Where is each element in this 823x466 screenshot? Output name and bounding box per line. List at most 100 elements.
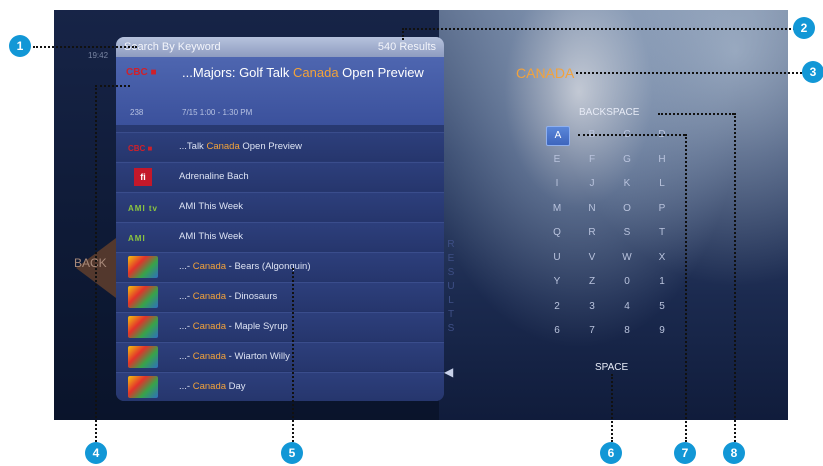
- result-title: ...- Canada - Bears (Algonquin): [179, 261, 311, 272]
- selected-result[interactable]: CBC ■ ...Majors: Golf Talk Canada Open P…: [116, 57, 444, 125]
- result-row[interactable]: AMI tv AMI This Week: [116, 192, 444, 221]
- result-title: ...- Canada - Dinosaurs: [179, 291, 278, 302]
- result-title: AMI This Week: [179, 201, 244, 212]
- callout-leader: [578, 134, 685, 136]
- results-vertical-label: RESULTS: [447, 239, 455, 334]
- channel-logo: [128, 316, 160, 338]
- channel-logo: fi: [128, 168, 160, 186]
- key-i[interactable]: I: [546, 175, 568, 193]
- callout-leader: [33, 46, 137, 48]
- key-s[interactable]: S: [616, 224, 638, 242]
- key-r[interactable]: R: [581, 224, 603, 242]
- key-x[interactable]: X: [651, 249, 673, 267]
- result-row[interactable]: AMI audio AMI This Week: [116, 222, 444, 263]
- channel-logo: CBC ■: [126, 67, 157, 78]
- clock: 19:42: [88, 51, 109, 60]
- ami-channel-logo: AMI tv: [128, 204, 158, 213]
- result-row[interactable]: CBC ■ ...Talk Canada Open Preview: [116, 132, 444, 161]
- result-title: ...Talk Canada Open Preview: [179, 141, 303, 152]
- back-label[interactable]: BACK: [74, 256, 107, 270]
- callout-2: 2: [793, 17, 815, 39]
- callout-leader: [95, 85, 130, 87]
- key-2[interactable]: 2: [546, 298, 568, 316]
- key-g[interactable]: G: [616, 151, 638, 169]
- key-8[interactable]: 8: [616, 322, 638, 340]
- kids-channel-logo: [128, 316, 158, 338]
- result-row[interactable]: ...- Canada Day: [116, 372, 444, 401]
- callout-1: 1: [9, 35, 31, 57]
- callout-leader: [95, 85, 97, 442]
- callout-5: 5: [281, 442, 303, 464]
- result-title: AMI This Week: [179, 231, 244, 242]
- key-t[interactable]: T: [651, 224, 673, 242]
- key-5[interactable]: 5: [651, 298, 673, 316]
- result-title: Adrenaline Bach: [179, 171, 249, 182]
- air-time: 7/15 1:00 - 1:30 PM: [182, 108, 253, 117]
- result-title: ...- Canada - Maple Syrup: [179, 321, 288, 332]
- channel-number: 238: [130, 108, 144, 117]
- result-row[interactable]: ...- Canada - Wiarton Willy: [116, 342, 444, 371]
- key-4[interactable]: 4: [616, 298, 638, 316]
- kids-channel-logo: [128, 346, 158, 368]
- cbc-channel-logo: CBC ■: [128, 144, 153, 153]
- result-row[interactable]: ...- Canada - Dinosaurs: [116, 282, 444, 311]
- results-panel: Search By Keyword 540 Results CBC ■ ...M…: [116, 37, 444, 401]
- callout-leader: [611, 374, 613, 442]
- callout-3: 3: [802, 61, 823, 83]
- key-f[interactable]: F: [581, 151, 603, 169]
- key-9[interactable]: 9: [651, 322, 673, 340]
- callout-leader: [292, 268, 294, 442]
- key-l[interactable]: L: [651, 175, 673, 193]
- key-y[interactable]: Y: [546, 273, 568, 291]
- collapse-arrow-icon[interactable]: ◀: [444, 365, 453, 379]
- key-n[interactable]: N: [581, 200, 603, 218]
- channel-logo: AMI audio: [128, 228, 160, 263]
- results-count: 540 Results: [377, 41, 436, 53]
- fi-channel-logo: fi: [134, 168, 152, 186]
- result-row[interactable]: ...- Canada - Maple Syrup: [116, 312, 444, 341]
- callout-leader: [402, 28, 795, 30]
- key-w[interactable]: W: [616, 249, 638, 267]
- backspace-key[interactable]: BACKSPACE: [579, 107, 639, 118]
- key-z[interactable]: Z: [581, 273, 603, 291]
- channel-logo: [128, 286, 160, 308]
- search-keyword-label: Search By Keyword: [124, 41, 221, 53]
- search-bar[interactable]: Search By Keyword 540 Results: [116, 37, 444, 57]
- key-o[interactable]: O: [616, 200, 638, 218]
- key-v[interactable]: V: [581, 249, 603, 267]
- key-7[interactable]: 7: [581, 322, 603, 340]
- callout-8: 8: [723, 442, 745, 464]
- key-a[interactable]: A: [546, 126, 570, 146]
- search-query: CANADA: [516, 65, 575, 81]
- callout-leader: [685, 134, 687, 442]
- channel-logo: CBC ■: [128, 138, 160, 156]
- key-3[interactable]: 3: [581, 298, 603, 316]
- channel-logo: [128, 376, 160, 398]
- key-0[interactable]: 0: [616, 273, 638, 291]
- key-1[interactable]: 1: [651, 273, 673, 291]
- key-k[interactable]: K: [616, 175, 638, 193]
- callout-6: 6: [600, 442, 622, 464]
- key-j[interactable]: J: [581, 175, 603, 193]
- callout-leader: [658, 113, 734, 115]
- channel-logo: AMI tv: [128, 198, 160, 216]
- key-e[interactable]: E: [546, 151, 568, 169]
- selected-title: ...Majors: Golf Talk Canada Open Preview: [182, 65, 424, 80]
- callout-4: 4: [85, 442, 107, 464]
- channel-logo: [128, 346, 160, 368]
- key-h[interactable]: H: [651, 151, 673, 169]
- key-q[interactable]: Q: [546, 224, 568, 242]
- key-m[interactable]: M: [546, 200, 568, 218]
- kids-channel-logo: [128, 256, 158, 278]
- channel-logo: [128, 256, 160, 278]
- callout-7: 7: [674, 442, 696, 464]
- space-key[interactable]: SPACE: [595, 362, 628, 373]
- result-row[interactable]: ...- Canada - Bears (Algonquin): [116, 252, 444, 281]
- key-u[interactable]: U: [546, 249, 568, 267]
- key-6[interactable]: 6: [546, 322, 568, 340]
- key-p[interactable]: P: [651, 200, 673, 218]
- result-title: ...- Canada - Wiarton Willy: [179, 351, 290, 362]
- callout-leader: [576, 72, 806, 74]
- result-row[interactable]: fi Adrenaline Bach: [116, 162, 444, 191]
- kids-channel-logo: [128, 286, 158, 308]
